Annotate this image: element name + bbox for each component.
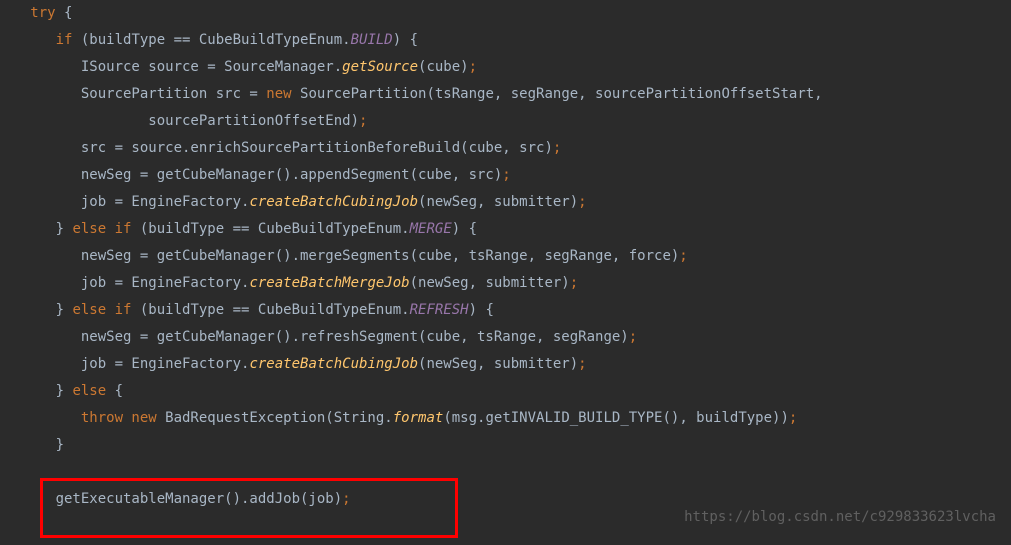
watermark-url: https://blog.csdn.net/c929833623lvcha bbox=[684, 509, 996, 525]
method-createbatchmerge: createBatchMergeJob bbox=[249, 275, 409, 291]
enum-merge: MERGE bbox=[410, 221, 452, 237]
enum-build: BUILD bbox=[351, 32, 393, 48]
enum-refresh: REFRESH bbox=[410, 302, 469, 318]
method-format: format bbox=[393, 410, 444, 426]
method-getsource: getSource bbox=[342, 59, 418, 75]
highlighted-code-line: getExecutableManager().addJob(job) bbox=[5, 491, 342, 507]
method-createbatchcubing: createBatchCubingJob bbox=[249, 194, 418, 210]
method-createbatchcubing2: createBatchCubingJob bbox=[249, 356, 418, 372]
keyword-if: if bbox=[56, 32, 73, 48]
code-block: try { if (buildType == CubeBuildTypeEnum… bbox=[0, 0, 1011, 513]
